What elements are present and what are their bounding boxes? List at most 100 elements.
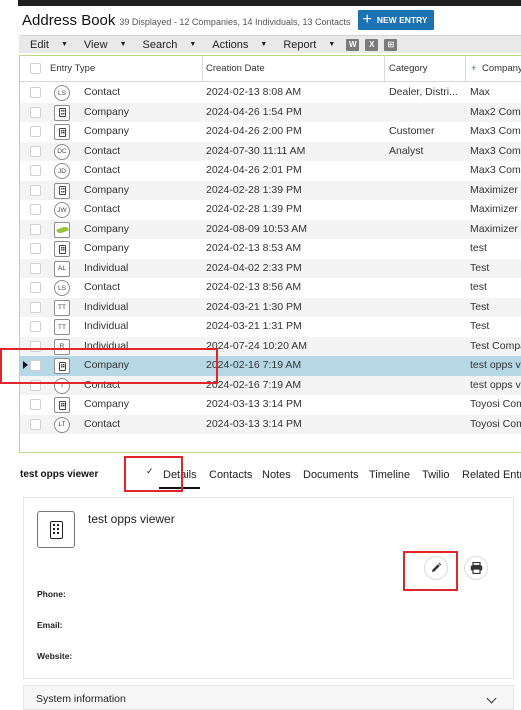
system-information-section[interactable]: System information <box>23 685 514 710</box>
cell-entry-type: Company <box>84 183 129 196</box>
print-button[interactable] <box>464 556 488 580</box>
website-label: Website: <box>37 651 73 661</box>
tab-documents[interactable]: Documents <box>303 469 359 481</box>
cell-category <box>389 337 461 357</box>
table-row[interactable]: Company 2024-08-09 10:53 AM Maximizer <box>20 219 521 239</box>
menu-report-label: Report <box>283 38 317 51</box>
active-tab-underline <box>159 487 200 489</box>
row-checkbox[interactable] <box>30 282 41 293</box>
company-building-icon <box>54 241 70 257</box>
table-row[interactable]: Company 2024-02-28 1:39 PM Maximizer <box>20 180 521 201</box>
row-checkbox[interactable] <box>30 126 41 137</box>
menu-actions[interactable]: Actions ▼ <box>212 39 267 51</box>
row-checkbox[interactable] <box>30 243 41 254</box>
row-checkbox[interactable] <box>30 223 41 235</box>
cell-entry-type: Company <box>84 398 129 410</box>
row-checkbox[interactable] <box>30 360 41 371</box>
column-company[interactable]: Company <box>482 56 521 82</box>
cell-entry-type: Individual <box>84 261 129 274</box>
row-checkbox[interactable] <box>30 321 41 332</box>
individual-initials-icon: TT <box>54 299 70 316</box>
menu-search-label: Search <box>142 38 178 51</box>
cell-creation-date: 2024-02-13 8:53 AM <box>206 242 302 254</box>
table-row[interactable]: TT Individual 2024-03-21 1:30 PM Test <box>20 297 521 317</box>
select-all-checkbox[interactable] <box>30 63 41 74</box>
cell-entry-type: Individual <box>84 339 129 352</box>
menu-edit[interactable]: Edit ▼ <box>30 39 68 51</box>
menu-view-label: View <box>83 38 108 51</box>
tab-related-entries[interactable]: Related Entries <box>462 469 521 481</box>
menu-search[interactable]: Search ▼ <box>143 39 197 51</box>
tab-timeline[interactable]: Timeline <box>369 469 410 481</box>
column-entry-type[interactable]: Entry Type <box>50 56 95 82</box>
cell-company: Test <box>470 261 490 274</box>
building-icon <box>58 361 66 371</box>
cell-entry-type: Company <box>84 242 129 254</box>
tab-contacts[interactable]: Contacts <box>209 469 252 481</box>
phone-label: Phone: <box>37 589 66 599</box>
table-row[interactable]: Company 2024-04-26 2:00 PM Customer Max3 Co… <box>20 122 521 142</box>
column-creation-date[interactable]: Creation Date <box>206 56 265 82</box>
check-icon: ✓ <box>146 466 154 476</box>
row-checkbox[interactable] <box>30 399 41 410</box>
table-row[interactable]: LS Contact 2024-02-13 8:56 AM test <box>20 278 521 298</box>
cell-company: Maximizer <box>470 203 518 215</box>
tab-details[interactable]: Details <box>163 469 197 481</box>
cell-category <box>389 395 461 415</box>
cell-company: Maximizer <box>470 183 518 196</box>
row-checkbox[interactable] <box>30 184 41 196</box>
table-row[interactable]: Company 2024-04-26 1:54 PM Max2 Comp <box>20 102 521 122</box>
table-row[interactable]: DC Contact 2024-07-30 11:11 AM Analyst Max3 … <box>20 141 521 161</box>
table-row[interactable]: Company 2024-02-16 7:19 AM test opps v <box>20 356 521 376</box>
table-row[interactable]: Company 2024-02-13 8:53 AM test <box>20 239 521 259</box>
row-checkbox[interactable] <box>30 262 41 274</box>
cell-entry-type: Contact <box>84 203 121 215</box>
word-export-icon[interactable]: W <box>346 38 360 51</box>
cell-entry-type: Contact <box>84 281 121 293</box>
tab-twilio[interactable]: Twilio <box>422 469 450 481</box>
table-row[interactable]: LT Contact 2024-03-13 3:14 PM Toyosi Com <box>20 414 521 435</box>
building-icon <box>58 400 66 410</box>
cell-category <box>389 415 461 435</box>
new-entry-button[interactable]: + NEW ENTRY <box>357 10 434 30</box>
excel-export-icon[interactable]: X <box>365 38 379 51</box>
table-row[interactable]: Company 2024-03-13 3:14 PM Toyosi Com <box>20 395 521 415</box>
edit-button[interactable] <box>424 556 448 580</box>
cell-category <box>389 181 461 201</box>
row-checkbox[interactable] <box>30 145 41 157</box>
row-checkbox[interactable] <box>30 301 41 313</box>
menu-view[interactable]: View ▼ <box>84 39 127 51</box>
cell-company: Maximizer <box>470 222 518 235</box>
cell-entry-type: Contact <box>84 378 121 391</box>
row-checkbox[interactable] <box>30 87 41 98</box>
cell-creation-date: 2024-02-16 7:19 AM <box>206 359 302 371</box>
table-row[interactable]: AL Individual 2024-04-02 2:33 PM Test <box>20 258 521 278</box>
table-row[interactable]: LS Contact 2024-02-13 8:08 AM Dealer, Distr… <box>20 83 521 103</box>
individual-initials-icon: R <box>54 338 70 355</box>
cell-category <box>389 376 461 396</box>
cell-creation-date: 2024-04-26 1:54 PM <box>206 105 302 118</box>
table-row[interactable]: TT Individual 2024-03-21 1:31 PM Test <box>20 317 521 337</box>
cell-company: test opps v <box>470 378 521 391</box>
cell-category <box>389 239 461 259</box>
table-row[interactable]: T Contact 2024-02-16 7:19 AM test opps v <box>20 375 521 396</box>
row-checkbox[interactable] <box>30 204 41 215</box>
table-row[interactable]: R Individual 2024-07-24 10:20 AM Test Compa <box>20 336 521 357</box>
menu-bar: Edit ▼ View ▼ Search ▼ Actions ▼ Report ▼ W X… <box>19 35 521 53</box>
sort-indicator-icon[interactable]: + <box>471 56 477 82</box>
tab-notes[interactable]: Notes <box>262 469 291 481</box>
row-checkbox[interactable] <box>30 418 41 430</box>
table-row[interactable]: JD Contact 2024-04-26 2:01 PM Max3 Comp <box>20 161 521 181</box>
email-label: Email: <box>37 620 63 630</box>
row-checkbox[interactable] <box>30 340 41 352</box>
table-row[interactable]: JW Contact 2024-02-28 1:39 PM Maximizer <box>20 200 521 220</box>
row-checkbox[interactable] <box>30 106 41 118</box>
xml-export-icon[interactable]: ⊞ <box>384 38 398 51</box>
row-checkbox[interactable] <box>30 379 41 391</box>
menu-report[interactable]: Report ▼ <box>283 39 335 51</box>
column-category[interactable]: Category <box>389 56 428 82</box>
row-checkbox[interactable] <box>30 165 41 176</box>
cell-category: Dealer, Distri... <box>389 86 458 98</box>
chevron-down-icon: ▼ <box>60 41 68 48</box>
cell-creation-date: 2024-03-21 1:31 PM <box>206 320 302 332</box>
